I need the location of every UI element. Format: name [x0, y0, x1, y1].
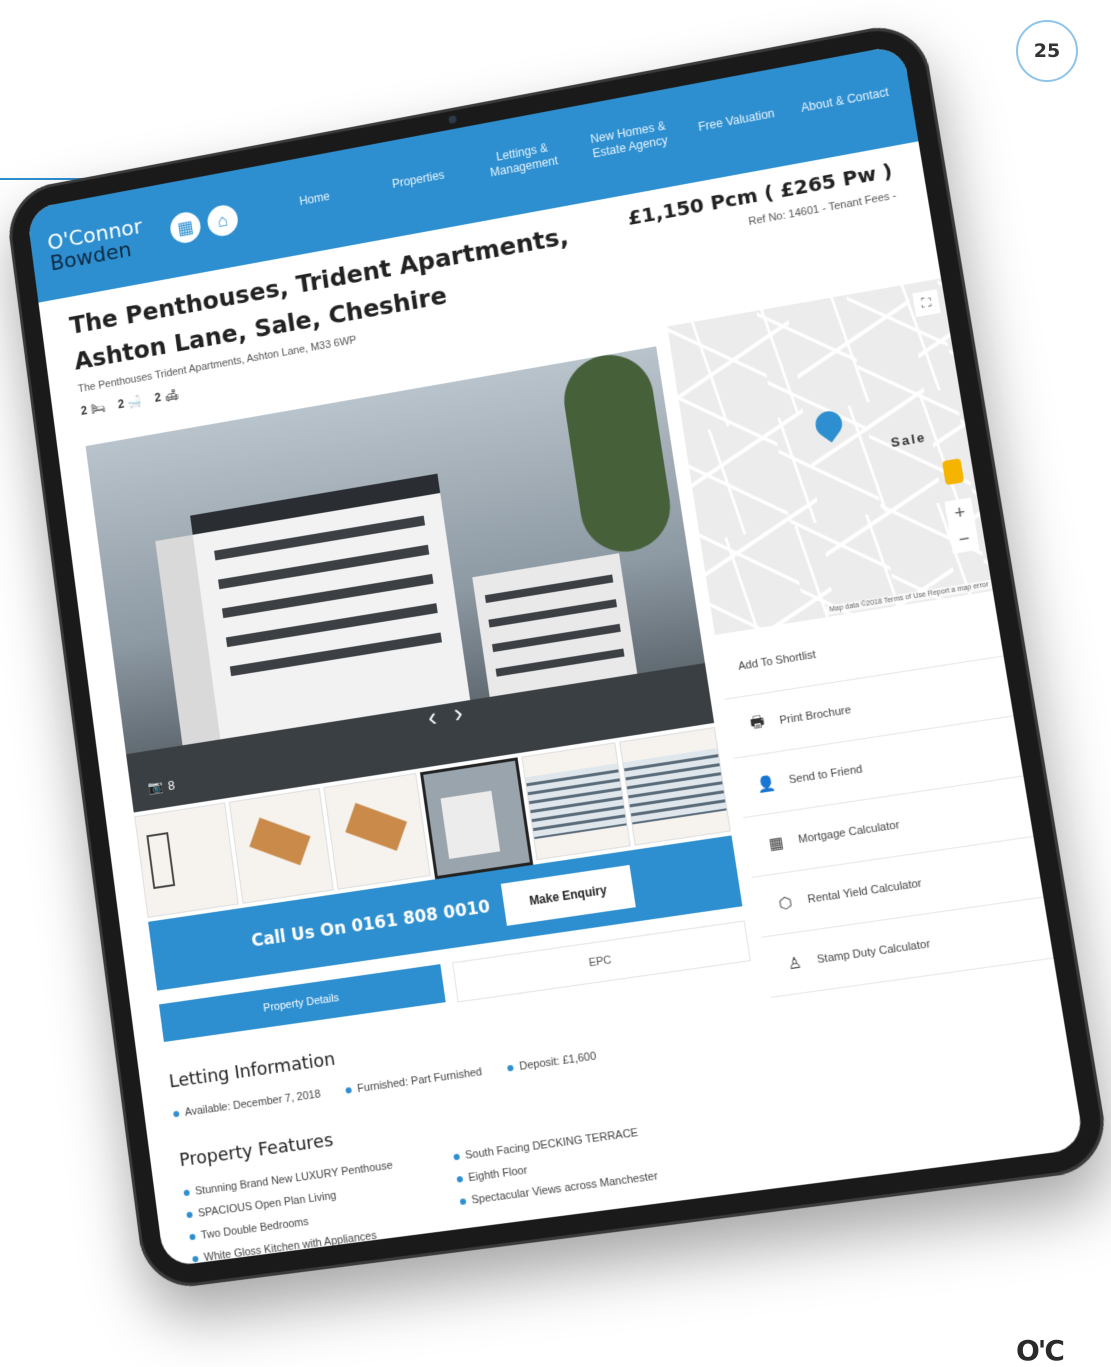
baths-spec: 2 🛁 [117, 394, 143, 411]
map-zoom-controls: + − [944, 497, 979, 553]
sofa-icon: 🛋 [164, 387, 180, 403]
nav-new-homes[interactable]: New Homes & Estate Agency [574, 116, 685, 165]
action-label: Send to Friend [788, 763, 863, 786]
map-pin-icon[interactable] [810, 406, 847, 442]
printer-icon: 🖶 [746, 713, 769, 736]
grid-menu-icon[interactable]: ▦ [169, 210, 203, 246]
camera-icon [448, 115, 457, 124]
site-logo[interactable]: O'Connor Bowden [46, 217, 146, 276]
thumbnail-selected[interactable] [420, 757, 533, 879]
map-town-label: Sale [890, 429, 928, 450]
list-item: Deposit: £1,600 [507, 1050, 597, 1074]
fullscreen-icon[interactable]: ⛶ [912, 289, 940, 317]
action-label: Stamp Duty Calculator [816, 938, 931, 966]
receptions-spec: 2 🛋 [154, 387, 180, 405]
tablet-screen: O'Connor Bowden ▦ ⌂ Home Properties Lett… [26, 44, 1085, 1267]
nav-home[interactable]: Home [262, 182, 367, 215]
thumbnail[interactable] [619, 727, 730, 846]
action-label: Rental Yield Calculator [807, 877, 923, 906]
action-label: Add To Shortlist [737, 649, 816, 673]
gallery-arrows: ‹ › [426, 698, 465, 734]
street-view-icon[interactable] [942, 458, 964, 485]
beds-count: 2 [80, 404, 88, 418]
action-list: Add To Shortlist 🖶 Print Brochure 👤 Send… [716, 596, 1058, 998]
stamp-icon: ♙ [783, 952, 807, 975]
make-enquiry-button[interactable]: Make Enquiry [501, 865, 636, 926]
beds-spec: 2 🛏 [80, 400, 106, 417]
thumbnail[interactable] [324, 773, 431, 890]
user-icon: 👤 [755, 772, 778, 795]
home-icon[interactable]: ⌂ [206, 203, 240, 239]
tablet-device: O'Connor Bowden ▦ ⌂ Home Properties Lett… [4, 19, 1111, 1292]
nav-about-contact[interactable]: About & Contact [789, 83, 900, 118]
zoom-out-icon[interactable]: − [949, 523, 980, 553]
list-item: Furnished: Part Furnished [345, 1066, 483, 1097]
corner-logo: O'C [1016, 1334, 1063, 1367]
camera-count-icon: 📷 [147, 778, 164, 796]
action-label: Mortgage Calculator [797, 819, 900, 846]
page-number-badge: 25 [1016, 20, 1078, 82]
receptions-count: 2 [154, 390, 162, 404]
thumbnail[interactable] [521, 742, 631, 860]
location-map[interactable]: ⛶ Sale + − Map data ©2018 Terms of Use R… [667, 278, 997, 635]
piggy-bank-icon: ⬡ [774, 892, 797, 915]
tablet-bezel: O'Connor Bowden ▦ ⌂ Home Properties Lett… [4, 19, 1111, 1292]
list-item: Available: December 7, 2018 [173, 1088, 322, 1120]
action-label: Print Brochure [779, 704, 852, 727]
thumbnail[interactable] [228, 788, 334, 904]
bed-icon: 🛏 [90, 400, 106, 416]
calculator-icon: ▦ [764, 832, 787, 855]
bath-icon: 🛁 [127, 394, 143, 410]
baths-count: 2 [117, 397, 125, 411]
call-us-text[interactable]: Call Us On 0161 808 0010 [250, 897, 491, 952]
tree-shape [558, 348, 676, 558]
nav-free-valuation[interactable]: Free Valuation [681, 103, 791, 138]
thumbnail[interactable] [134, 802, 238, 917]
nav-lettings[interactable]: Lettings & Management [468, 136, 578, 184]
nav-properties[interactable]: Properties [365, 163, 471, 197]
